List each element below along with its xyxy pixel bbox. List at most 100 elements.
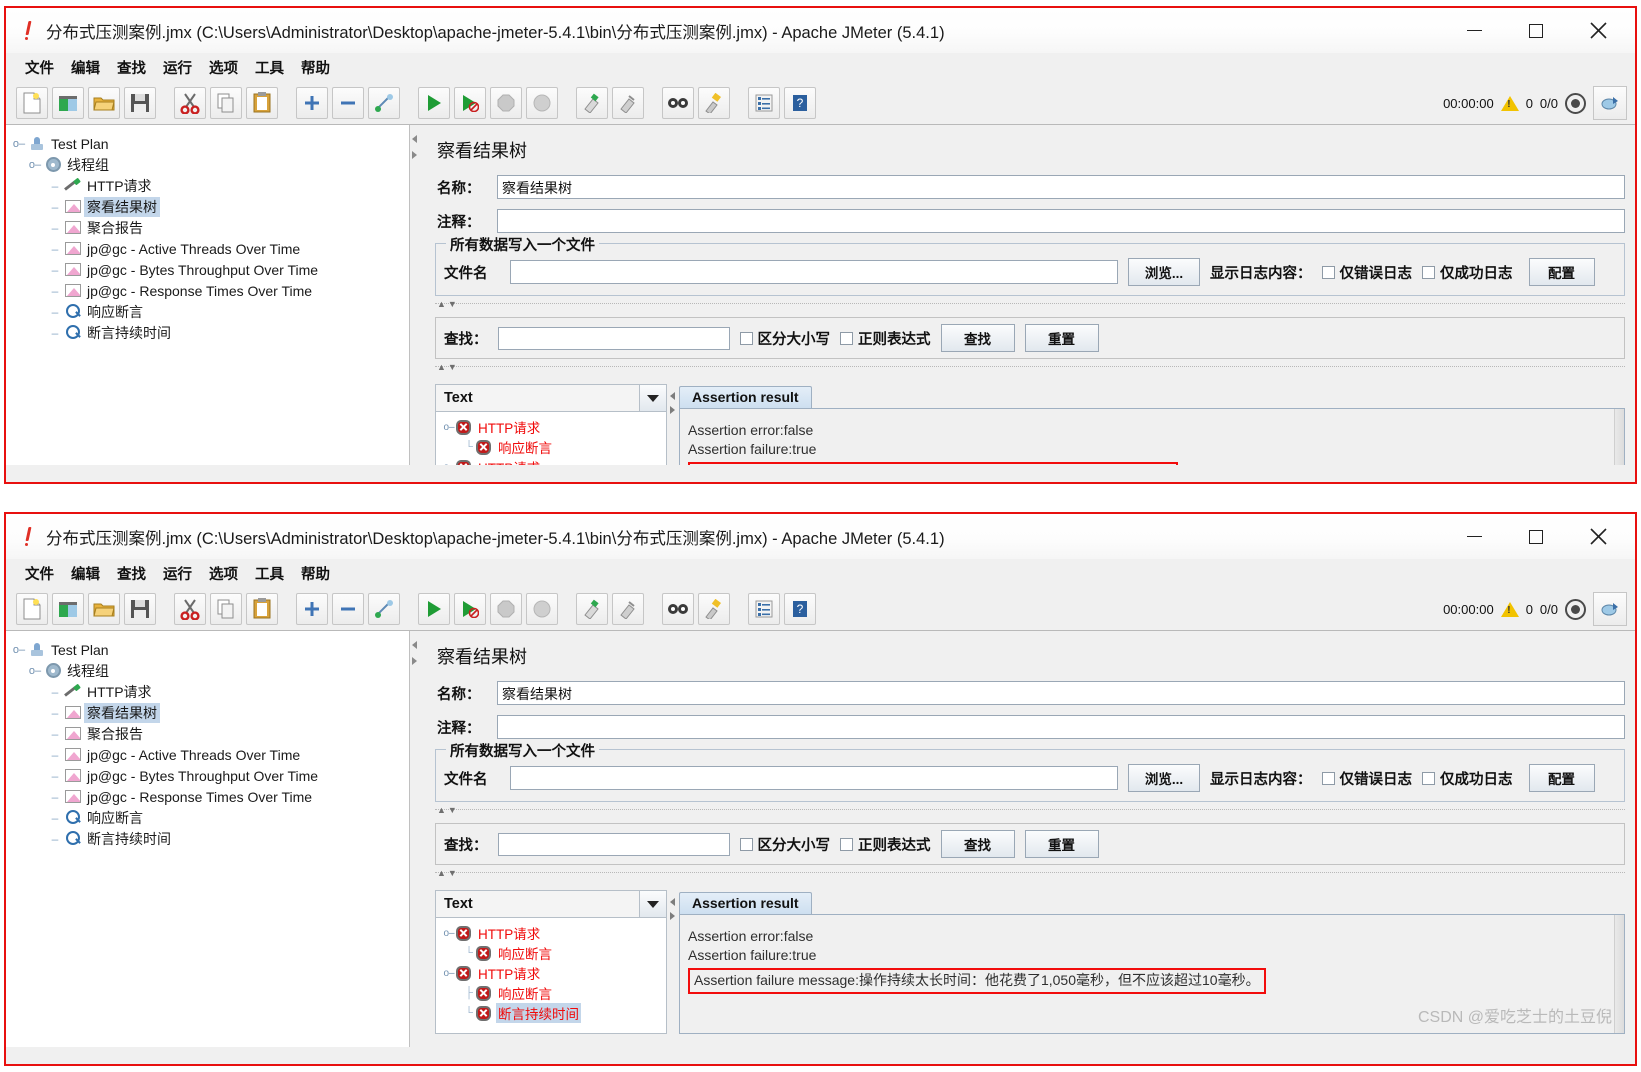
checkbox-box[interactable] xyxy=(840,331,853,345)
browse-button[interactable]: 浏览... xyxy=(1128,258,1200,286)
paste-icon[interactable] xyxy=(246,86,278,119)
comment-input[interactable] xyxy=(497,209,1625,233)
find-button[interactable]: 查找 xyxy=(940,830,1015,858)
results-split-divider[interactable] xyxy=(667,384,679,465)
split-divider[interactable] xyxy=(410,125,419,465)
regex-checkbox[interactable]: 正则表达式 xyxy=(840,834,931,855)
clear-icon[interactable] xyxy=(576,592,608,625)
vertical-scrollbar[interactable] xyxy=(1614,915,1624,1033)
new-icon[interactable] xyxy=(16,592,48,625)
find-button[interactable]: 查找 xyxy=(940,324,1015,352)
tree-node-response-assertion[interactable]: – 响应断言 xyxy=(12,807,409,828)
menu-file[interactable]: 文件 xyxy=(18,55,61,80)
reset-search-icon[interactable] xyxy=(698,592,730,625)
toggle-icon[interactable] xyxy=(368,86,400,119)
menu-edit[interactable]: 编辑 xyxy=(64,561,107,586)
checkbox-box[interactable] xyxy=(840,837,853,851)
start-no-pauses-icon[interactable] xyxy=(454,86,486,119)
test-plan-tree-top[interactable]: o– Test Plan o– 线程组 – HTTP请求 – 察看结果树 – 聚… xyxy=(6,125,410,465)
collapse-arrows-icon[interactable]: ▲▼ xyxy=(437,805,459,815)
start-icon[interactable] xyxy=(418,86,450,119)
stop-icon[interactable] xyxy=(490,592,522,625)
tree-node-active-threads[interactable]: – jp@gc - Active Threads Over Time xyxy=(12,744,409,765)
minimize-button[interactable] xyxy=(1443,514,1505,559)
tree-node-response-assertion[interactable]: – 响应断言 xyxy=(12,301,409,322)
search-input[interactable] xyxy=(497,326,730,350)
results-split-divider[interactable] xyxy=(667,890,679,1034)
browse-button[interactable]: 浏览... xyxy=(1128,764,1200,792)
expand-all-icon[interactable] xyxy=(296,592,328,625)
function-helper-icon[interactable] xyxy=(748,592,780,625)
checkbox-box[interactable] xyxy=(1321,265,1335,279)
successes-only-checkbox[interactable]: 仅成功日志 xyxy=(1422,262,1513,283)
tree-node-test-plan[interactable]: o– Test Plan xyxy=(12,639,409,660)
result-node-http-request[interactable]: o– HTTP请求 xyxy=(442,417,666,437)
result-node-http-request[interactable]: o– HTTP请求 xyxy=(442,963,666,983)
clear-all-icon[interactable] xyxy=(612,86,644,119)
expander-icon[interactable]: o– xyxy=(442,968,456,979)
stop-icon[interactable] xyxy=(490,86,522,119)
open-icon[interactable] xyxy=(88,86,120,119)
save-icon[interactable] xyxy=(124,592,156,625)
clear-all-icon[interactable] xyxy=(612,592,644,625)
menu-search[interactable]: 查找 xyxy=(110,55,153,80)
tree-node-duration-assertion[interactable]: – 断言持续时间 xyxy=(12,828,409,849)
search-icon[interactable] xyxy=(662,592,694,625)
expander-icon[interactable]: o– xyxy=(12,138,26,150)
vertical-scrollbar[interactable] xyxy=(1614,409,1624,465)
maximize-button[interactable] xyxy=(1505,514,1567,559)
new-icon[interactable] xyxy=(16,86,48,119)
reset-button[interactable]: 重置 xyxy=(1024,324,1099,352)
expander-icon[interactable]: o– xyxy=(442,928,456,939)
tree-node-view-results-tree[interactable]: – 察看结果树 xyxy=(12,702,409,723)
chevron-down-icon[interactable] xyxy=(639,891,666,917)
result-node-response-assertion[interactable]: └ 响应断言 xyxy=(442,437,666,457)
tab-assertion-result[interactable]: Assertion result xyxy=(679,386,812,408)
errors-only-checkbox[interactable]: 仅错误日志 xyxy=(1321,262,1412,283)
open-icon[interactable] xyxy=(88,592,120,625)
reset-search-icon[interactable] xyxy=(698,86,730,119)
start-no-pauses-icon[interactable] xyxy=(454,592,486,625)
collapsible-divider-2[interactable]: ▲▼ xyxy=(435,362,1625,376)
close-button[interactable] xyxy=(1567,514,1629,559)
menu-file[interactable]: 文件 xyxy=(18,561,61,586)
menu-help[interactable]: 帮助 xyxy=(294,561,337,586)
menu-run[interactable]: 运行 xyxy=(156,55,199,80)
remote-engines-icon[interactable] xyxy=(1593,86,1627,120)
tree-node-thread-group[interactable]: o– 线程组 xyxy=(12,154,409,175)
menu-search[interactable]: 查找 xyxy=(110,561,153,586)
collapse-all-icon[interactable] xyxy=(332,86,364,119)
close-button[interactable] xyxy=(1567,8,1629,53)
search-icon[interactable] xyxy=(662,86,694,119)
case-sensitive-checkbox[interactable]: 区分大小写 xyxy=(739,834,830,855)
copy-icon[interactable] xyxy=(210,592,242,625)
help-icon[interactable]: ? xyxy=(784,592,816,625)
maximize-button[interactable] xyxy=(1505,8,1567,53)
clear-icon[interactable] xyxy=(576,86,608,119)
checkbox-box[interactable] xyxy=(1422,771,1435,785)
case-sensitive-checkbox[interactable]: 区分大小写 xyxy=(739,328,830,349)
checkbox-box[interactable] xyxy=(739,331,753,345)
renderer-combo[interactable]: Text xyxy=(436,385,666,412)
menu-run[interactable]: 运行 xyxy=(156,561,199,586)
expander-icon[interactable]: o– xyxy=(28,665,42,677)
configure-button[interactable]: 配置 xyxy=(1528,764,1595,792)
expander-icon[interactable]: o– xyxy=(28,159,42,171)
name-input[interactable]: 察看结果树 xyxy=(497,175,1625,199)
name-input[interactable]: 察看结果树 xyxy=(497,681,1625,705)
checkbox-box[interactable] xyxy=(739,837,753,851)
expander-icon[interactable]: o– xyxy=(12,644,26,656)
collapsible-divider[interactable]: ▲▼ xyxy=(435,805,1625,819)
menu-options[interactable]: 选项 xyxy=(202,55,245,80)
tree-node-bytes-throughput[interactable]: – jp@gc - Bytes Throughput Over Time xyxy=(12,765,409,786)
tree-node-http-request[interactable]: – HTTP请求 xyxy=(12,681,409,702)
templates-icon[interactable] xyxy=(52,592,84,625)
minimize-button[interactable] xyxy=(1443,8,1505,53)
configure-button[interactable]: 配置 xyxy=(1528,258,1595,286)
collapse-arrows-icon[interactable]: ▲▼ xyxy=(437,868,459,878)
test-plan-tree-bottom[interactable]: o– Test Plan o– 线程组 – HTTP请求 – 察看结果树 – 聚… xyxy=(6,631,410,1047)
result-node-http-request[interactable]: o– HTTP请求 xyxy=(442,923,666,943)
tree-node-thread-group[interactable]: o– 线程组 xyxy=(12,660,409,681)
tab-assertion-result[interactable]: Assertion result xyxy=(679,892,812,914)
shutdown-icon[interactable] xyxy=(526,592,558,625)
